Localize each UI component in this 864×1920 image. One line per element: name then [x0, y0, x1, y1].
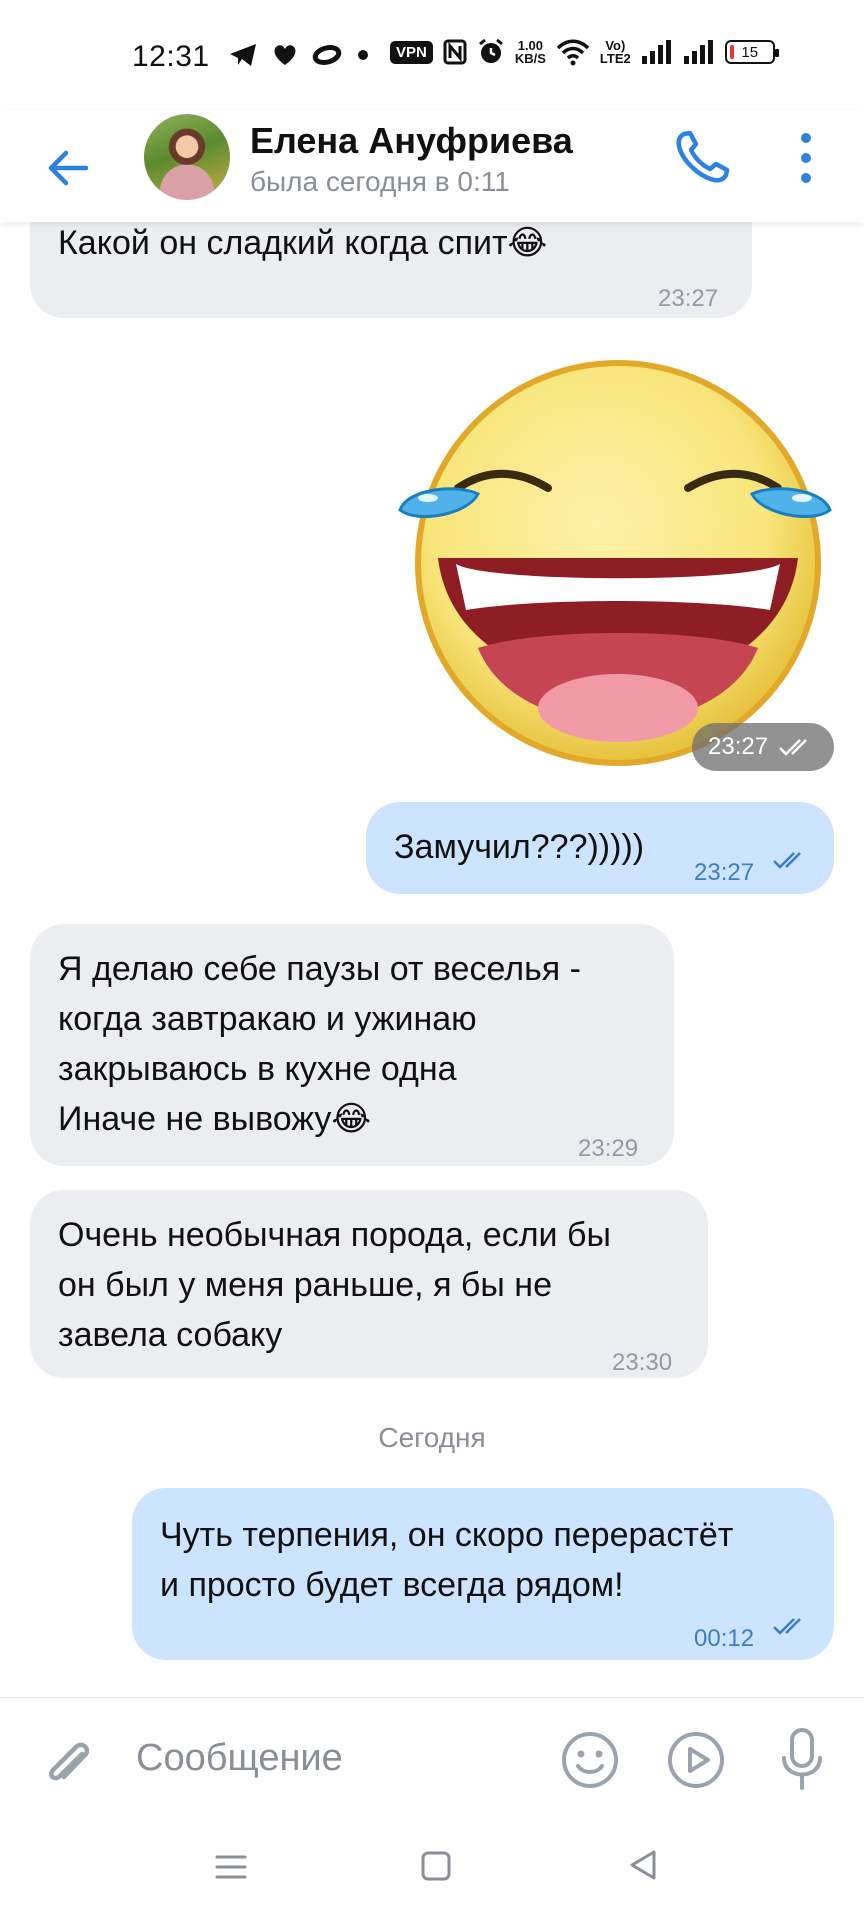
message-bubble-outgoing[interactable]: Чуть терпения, он скоро перерастёт и про… — [132, 1488, 834, 1660]
nfc-icon — [443, 39, 467, 65]
message-time: 00:12 — [694, 1625, 755, 1652]
message-time: 23:27 — [658, 285, 719, 312]
date-separator: Сегодня — [378, 1422, 486, 1453]
double-check-icon — [773, 852, 801, 869]
message-line: Я делаю себе паузы от веселья - — [58, 950, 581, 988]
message-bubble-incoming[interactable]: Очень необычная порода, если бы он был у… — [30, 1190, 708, 1378]
heart-icon — [274, 45, 296, 65]
message-line: когда завтракаю и ужинаю — [58, 1000, 477, 1038]
contact-avatar[interactable] — [144, 114, 230, 200]
microphone-icon[interactable] — [778, 1726, 826, 1794]
dot-icon — [358, 50, 368, 60]
back-triangle-icon[interactable] — [626, 1848, 660, 1882]
notification-icons — [228, 42, 370, 68]
phone-call-icon[interactable] — [670, 124, 736, 190]
message-time: 23:27 — [708, 733, 769, 760]
message-composer — [0, 1697, 864, 1819]
message-line: закрываюсь в кухне одна — [58, 1050, 457, 1088]
laughing-crying-face-sticker[interactable] — [398, 348, 832, 778]
status-bar: 12:31 VPN 1.00 KB/S Vo) LTE2 15 — [0, 0, 864, 110]
battery-level: 15 — [741, 43, 759, 61]
system-icons: VPN 1.00 KB/S Vo) LTE2 15 — [390, 38, 779, 66]
net-speed-unit: KB/S — [514, 51, 546, 66]
volte-bottom: LTE2 — [599, 51, 631, 66]
volte-indicator: Vo) LTE2 — [600, 39, 631, 65]
message-text: Очень необычная порода, если бы он был у… — [58, 1210, 611, 1360]
message-time: 23:29 — [578, 1135, 639, 1162]
message-input[interactable] — [136, 1728, 536, 1788]
more-options-icon[interactable] — [786, 128, 826, 188]
ring-icon — [312, 45, 342, 65]
recent-apps-icon[interactable] — [214, 1850, 248, 1884]
video-message-icon[interactable] — [666, 1730, 726, 1790]
message-line: он был у меня раньше, я бы не — [58, 1266, 552, 1304]
message-line: и просто будет всегда рядом! — [160, 1566, 624, 1604]
telegram-icon — [230, 44, 256, 66]
chat-header: Елена Ануфриева была сегодня в 0:11 — [0, 110, 864, 222]
message-line: Очень необычная порода, если бы — [58, 1216, 611, 1254]
contact-last-seen: была сегодня в 0:11 — [250, 166, 510, 197]
message-line: завела собаку — [58, 1316, 283, 1354]
double-check-icon — [773, 1618, 801, 1635]
vpn-badge: VPN — [390, 40, 433, 64]
message-line: Чуть терпения, он скоро перерастёт — [160, 1516, 734, 1554]
wifi-icon — [556, 39, 590, 66]
home-icon[interactable] — [420, 1850, 452, 1882]
signal-icon-sim2 — [683, 40, 713, 64]
back-arrow-icon[interactable] — [40, 140, 96, 196]
message-time: 23:30 — [612, 1349, 673, 1376]
message-text: Какой он сладкий когда спит😂 — [58, 224, 548, 262]
message-text: Чуть терпения, он скоро перерастёт и про… — [160, 1510, 733, 1610]
double-check-icon — [779, 739, 807, 756]
message-time: 23:27 — [694, 859, 755, 886]
message-text: Я делаю себе паузы от веселья - когда за… — [58, 944, 581, 1144]
alarm-icon — [478, 38, 503, 63]
net-speed: 1.00 KB/S — [515, 39, 546, 65]
message-text: Замучил???))))) — [394, 828, 645, 866]
message-bubble-outgoing[interactable]: Замучил???))))) 23:27 — [366, 802, 834, 894]
sticker-time-badge: 23:27 — [692, 723, 834, 771]
emoji-smile-icon[interactable] — [560, 1730, 620, 1790]
paperclip-icon[interactable] — [40, 1732, 96, 1792]
battery-icon: 15 — [724, 40, 779, 64]
signal-icon-sim1 — [641, 40, 671, 64]
message-line: Иначе не вывожу😂 — [58, 1100, 372, 1138]
contact-name[interactable]: Елена Ануфриева — [250, 120, 573, 162]
message-bubble-incoming[interactable]: Я делаю себе паузы от веселья - когда за… — [30, 924, 674, 1166]
system-navigation-bar — [0, 1820, 864, 1920]
status-time: 12:31 — [132, 40, 210, 73]
